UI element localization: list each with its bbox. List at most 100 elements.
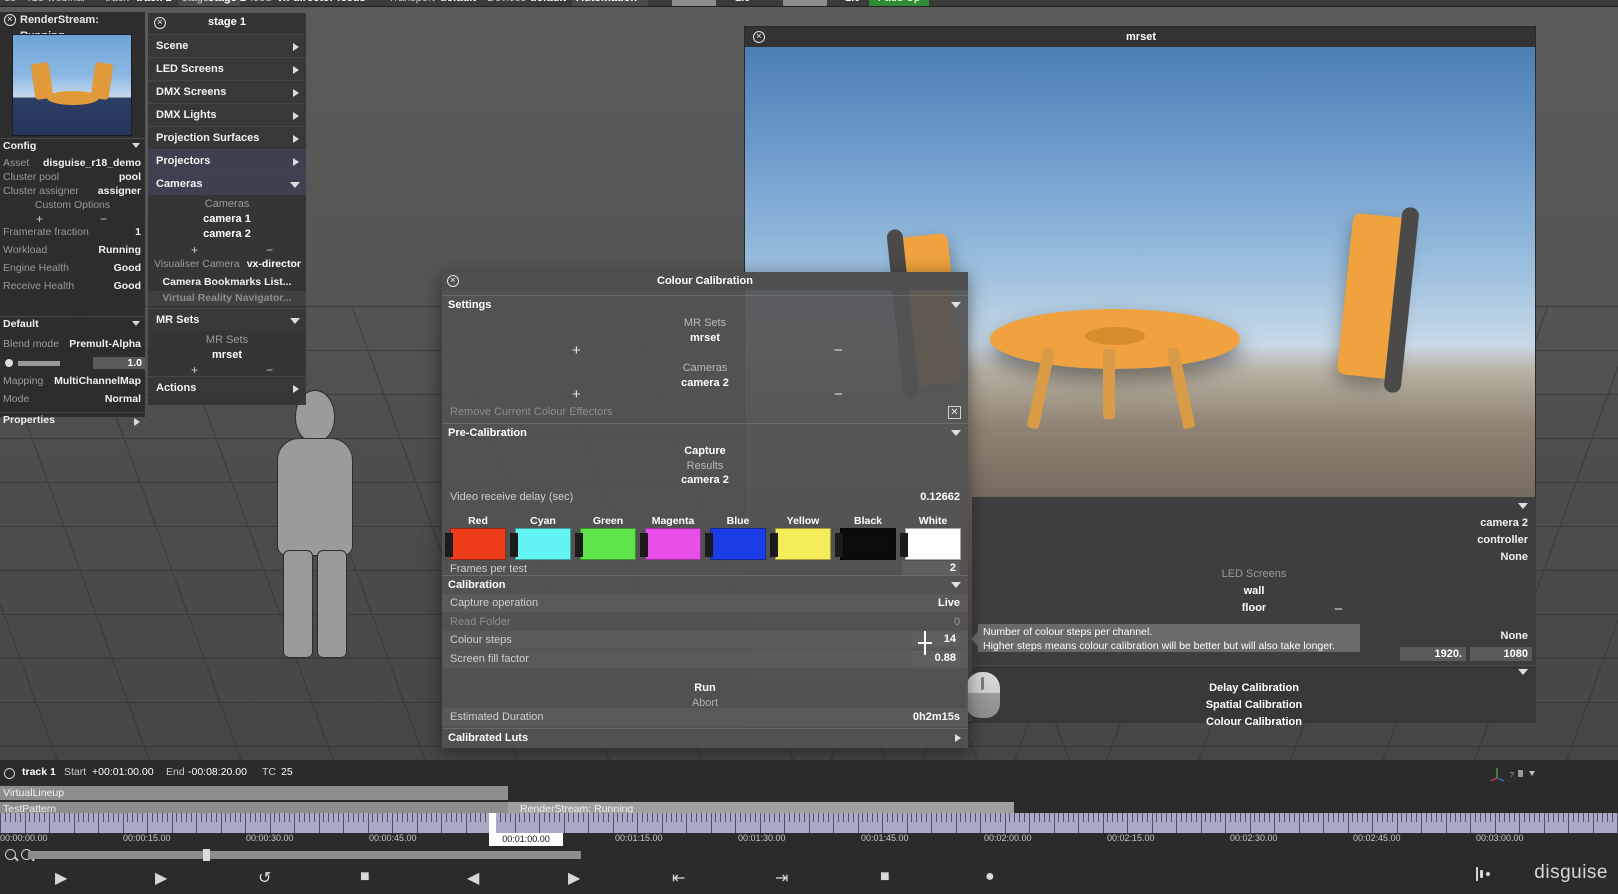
- led-screen-item-wall[interactable]: wall: [972, 585, 1536, 597]
- chevron-down-icon[interactable]: [290, 182, 300, 188]
- capture-operation-row[interactable]: Capture operation Live: [442, 594, 968, 612]
- remove-led-screen-button[interactable]: −: [1334, 601, 1343, 618]
- default-section-header[interactable]: Default: [0, 316, 145, 331]
- chevron-down-icon[interactable]: [951, 302, 961, 308]
- chevron-right-icon[interactable]: [293, 43, 299, 51]
- chevron-right-icon[interactable]: [293, 385, 299, 393]
- config-section-header[interactable]: Config: [0, 138, 145, 153]
- timeline-track-name[interactable]: track 1: [22, 766, 56, 778]
- opacity-slider-row[interactable]: 1.0: [0, 355, 145, 370]
- toolbar-item-devices-value[interactable]: default: [530, 0, 566, 4]
- colour-swatch-chip[interactable]: [770, 528, 831, 560]
- virtual-reality-navigator-button[interactable]: Virtual Reality Navigator...: [148, 291, 306, 306]
- chevron-down-icon[interactable]: [132, 321, 140, 326]
- colour-swatch-chip[interactable]: [900, 528, 961, 560]
- frames-per-test-field[interactable]: 2: [902, 561, 960, 575]
- colour-swatch-chip[interactable]: [510, 528, 571, 560]
- settings-section-header[interactable]: Settings: [442, 295, 968, 313]
- colour-swatch-black[interactable]: Black: [835, 515, 896, 560]
- camera-bookmarks-button[interactable]: Camera Bookmarks List...: [148, 275, 306, 290]
- video-receive-delay-row[interactable]: Video receive delay (sec) 0.12662: [442, 488, 968, 506]
- config-asset-value[interactable]: disguise_r18_demo: [43, 156, 141, 171]
- record-button[interactable]: ■: [880, 868, 890, 886]
- mr-controller-label[interactable]: controller: [1477, 534, 1528, 546]
- timeline-layer-virtuallineup[interactable]: VirtualLineup: [0, 786, 508, 800]
- add-mr-set-button[interactable]: +: [572, 342, 581, 359]
- blend-mode-value[interactable]: Premult-Alpha: [69, 337, 141, 352]
- colour-calibration-button[interactable]: Colour Calibration: [972, 716, 1536, 728]
- pre-calibration-section-header[interactable]: Pre-Calibration: [442, 423, 968, 441]
- run-button[interactable]: Run: [442, 680, 968, 697]
- toolbar-item-stage-value[interactable]: stage 1: [208, 0, 246, 4]
- config-row-receive-health[interactable]: Receive Health Good: [0, 279, 145, 294]
- colour-swatch-magenta[interactable]: Magenta: [640, 515, 701, 560]
- resolution-height-field[interactable]: 1080: [1470, 647, 1532, 661]
- brightness-value[interactable]: 1.0: [735, 0, 750, 4]
- chevron-right-icon[interactable]: [134, 418, 140, 426]
- remove-colour-effectors-row[interactable]: Remove Current Colour Effectors: [442, 403, 968, 421]
- capture-button[interactable]: Capture: [442, 445, 968, 457]
- timeline-ruler[interactable]: [0, 813, 1618, 833]
- opacity-slider-track[interactable]: [18, 361, 60, 366]
- mrset-window-titlebar[interactable]: mrset: [745, 27, 1535, 47]
- config-row-workload[interactable]: Workload Running: [0, 243, 145, 258]
- mode-value[interactable]: Normal: [105, 392, 141, 407]
- mr-set-item-mrset[interactable]: mrset: [148, 348, 306, 363]
- previous-button[interactable]: ◀: [467, 868, 479, 888]
- play-button[interactable]: ▶: [55, 868, 67, 888]
- cc-mr-sets-value[interactable]: mrset: [442, 332, 968, 344]
- add-camera-button[interactable]: +: [572, 386, 581, 403]
- volume-value[interactable]: 1.0: [845, 0, 860, 4]
- sidebar-item-actions[interactable]: Actions: [148, 376, 306, 399]
- close-icon[interactable]: [4, 14, 16, 26]
- config-row-cluster-pool[interactable]: Cluster pool pool: [0, 170, 145, 185]
- colour-swatch-red[interactable]: Red: [445, 515, 506, 560]
- framerate-fraction-value[interactable]: 1: [135, 225, 141, 240]
- playhead[interactable]: [489, 813, 496, 833]
- remove-camera-button[interactable]: −: [266, 243, 273, 257]
- toolbar-item-transport-value[interactable]: default: [440, 0, 476, 4]
- visualiser-camera-row[interactable]: Visualiser Camera vx-director: [148, 258, 306, 274]
- close-icon[interactable]: [753, 31, 765, 43]
- chevron-right-icon[interactable]: [293, 158, 299, 166]
- colour-swatch-chip[interactable]: [575, 528, 636, 560]
- scrollbar-handle[interactable]: [203, 849, 210, 861]
- config-row-framerate[interactable]: Framerate fraction 1: [0, 225, 145, 240]
- properties-section-header[interactable]: Properties: [0, 412, 145, 427]
- visualiser-camera-value[interactable]: vx-director: [247, 258, 301, 270]
- spatial-calibration-button[interactable]: Spatial Calibration: [972, 699, 1536, 711]
- colour-calibration-titlebar[interactable]: Colour Calibration: [442, 272, 968, 290]
- capture-operation-value[interactable]: Live: [938, 594, 960, 612]
- zoom-out-icon[interactable]: [5, 849, 16, 860]
- close-icon[interactable]: [447, 275, 459, 287]
- mapping-value[interactable]: MultiChannelMap: [54, 374, 141, 389]
- sidebar-item-cameras[interactable]: Cameras: [148, 172, 306, 195]
- camera-item-2[interactable]: camera 2: [148, 227, 306, 242]
- chevron-down-icon[interactable]: [132, 143, 140, 148]
- chevron-right-icon[interactable]: [293, 66, 299, 74]
- toolbar-item-stage-label[interactable]: stage: [182, 0, 209, 4]
- close-icon[interactable]: [154, 17, 166, 29]
- colour-swatch-chip[interactable]: [445, 528, 506, 560]
- toolbar-item-automation[interactable]: Automation: [576, 0, 637, 4]
- track-record-icon[interactable]: [4, 768, 15, 779]
- toolbar-item-d3[interactable]: d3: [4, 0, 16, 4]
- chevron-right-icon[interactable]: [293, 89, 299, 97]
- config-cluster-pool-value[interactable]: pool: [119, 170, 141, 185]
- toolbar-item-feed-value[interactable]: vx-director feeds: [277, 0, 366, 4]
- colour-swatch-chip[interactable]: [705, 528, 766, 560]
- timeline-start-value[interactable]: +00:01:00.00: [92, 766, 154, 778]
- sidebar-item-mr-sets[interactable]: MR Sets: [148, 308, 306, 331]
- default-row-mapping[interactable]: Mapping MultiChannelMap: [0, 374, 145, 389]
- config-row-cluster-assigner[interactable]: Cluster assigner assigner: [0, 184, 145, 199]
- opacity-value[interactable]: 1.0: [93, 357, 145, 369]
- colour-swatch-cyan[interactable]: Cyan: [510, 515, 571, 560]
- clear-effectors-button[interactable]: ✕: [948, 406, 961, 419]
- default-row-blend-mode[interactable]: Blend mode Premult-Alpha: [0, 337, 145, 352]
- toolbar-item-transport-label[interactable]: Transport: [388, 0, 435, 4]
- chevron-down-icon[interactable]: [951, 430, 961, 436]
- remove-mr-set-button[interactable]: −: [266, 363, 273, 377]
- timecode-value[interactable]: 25: [281, 766, 293, 778]
- opacity-keyframe-icon[interactable]: [5, 359, 13, 367]
- toolbar-item-feed-label[interactable]: feed: [250, 0, 271, 4]
